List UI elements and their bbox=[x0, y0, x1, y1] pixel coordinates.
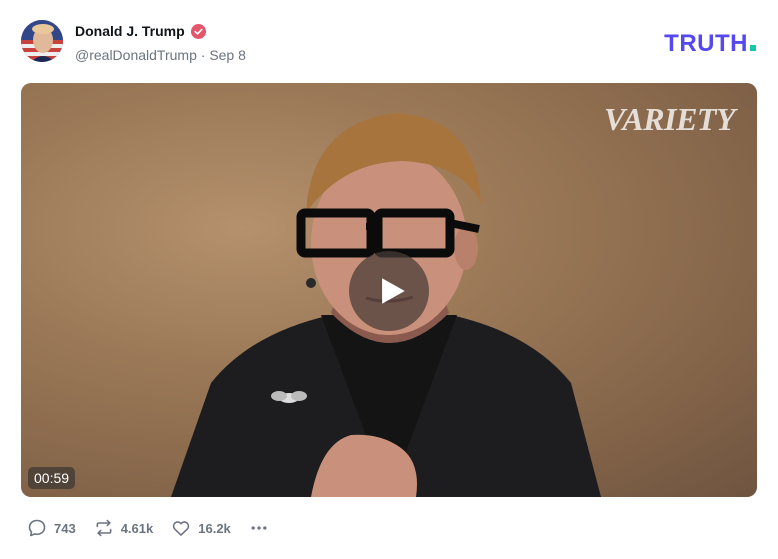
play-icon bbox=[382, 278, 405, 304]
reply-count: 743 bbox=[54, 520, 76, 536]
video-duration: 00:59 bbox=[28, 467, 76, 489]
more-options-button[interactable] bbox=[249, 518, 269, 538]
heart-icon bbox=[173, 521, 190, 536]
variety-watermark: VARIETY bbox=[603, 101, 736, 137]
author-handle[interactable]: @realDonaldTrump bbox=[75, 47, 197, 63]
repost-icon bbox=[96, 519, 112, 537]
verified-badge-icon bbox=[190, 23, 206, 39]
post-date[interactable]: Sep 8 bbox=[209, 47, 246, 63]
retruth-count: 4.61k bbox=[120, 520, 154, 536]
avatar[interactable] bbox=[21, 20, 63, 62]
play-button[interactable] bbox=[349, 251, 429, 331]
post-meta: @realDonaldTrump · Sep 8 bbox=[75, 47, 246, 63]
logo-dot bbox=[750, 45, 756, 51]
author-name[interactable]: Donald J. Trump bbox=[75, 23, 185, 39]
post-actions: 743 4.61k 16.2k bbox=[27, 518, 269, 538]
reply-button[interactable]: 743 bbox=[27, 518, 76, 538]
like-button[interactable]: 16.2k bbox=[171, 518, 231, 538]
like-count: 16.2k bbox=[198, 520, 231, 536]
author-row: Donald J. Trump bbox=[75, 23, 206, 39]
video-player[interactable]: VARIETY 00:59 bbox=[21, 83, 757, 497]
comment-icon bbox=[28, 519, 46, 537]
logo-text: TRUTH bbox=[664, 30, 748, 57]
retruth-button[interactable]: 4.61k bbox=[94, 518, 154, 538]
meta-separator: · bbox=[200, 47, 206, 63]
truth-logo[interactable]: TRUTH bbox=[664, 30, 756, 58]
more-icon bbox=[251, 526, 267, 530]
